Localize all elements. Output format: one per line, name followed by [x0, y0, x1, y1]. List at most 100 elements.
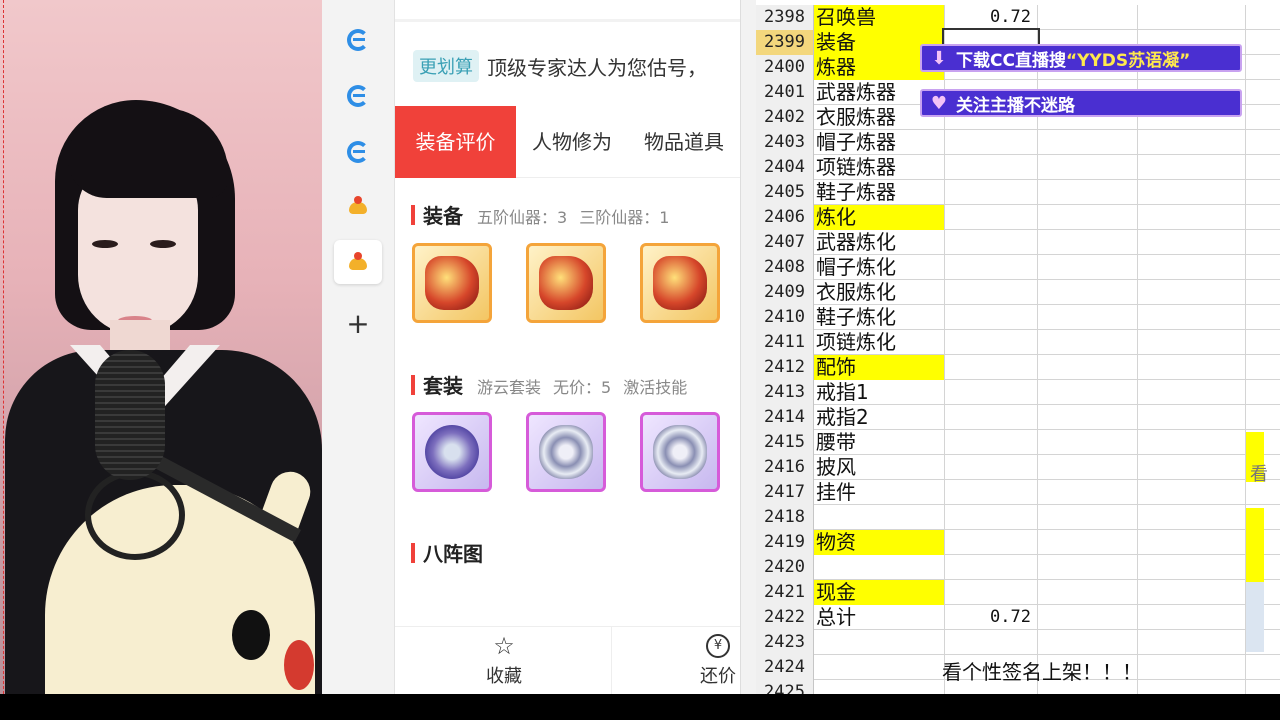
- cell-empty[interactable]: [1038, 305, 1138, 330]
- cell-empty[interactable]: [1138, 430, 1246, 455]
- row-number[interactable]: 2403: [756, 130, 814, 155]
- row-number[interactable]: 2398: [756, 5, 814, 30]
- cell-empty[interactable]: [1038, 530, 1138, 555]
- cell-empty[interactable]: [1138, 455, 1246, 480]
- row-number[interactable]: 2423: [756, 630, 814, 655]
- tab-items[interactable]: 物品道具: [628, 106, 740, 178]
- cell-empty[interactable]: [1038, 180, 1138, 205]
- cell-empty[interactable]: [1038, 405, 1138, 430]
- cell-label[interactable]: 披风: [814, 455, 944, 480]
- row-number[interactable]: 2408: [756, 255, 814, 280]
- row-number[interactable]: 2420: [756, 555, 814, 580]
- cell-empty[interactable]: [1038, 330, 1138, 355]
- row-number[interactable]: 2417: [756, 480, 814, 505]
- equipment-item[interactable]: [526, 243, 606, 323]
- cell-label[interactable]: 鞋子炼器: [814, 180, 944, 205]
- cell-empty[interactable]: [1138, 405, 1246, 430]
- cell-label[interactable]: 总计: [814, 605, 944, 630]
- cell-label[interactable]: 武器炼化: [814, 230, 944, 255]
- cell-label[interactable]: [814, 505, 944, 530]
- cell-empty[interactable]: [1038, 155, 1138, 180]
- tab-equipment-review[interactable]: 装备评价: [395, 106, 516, 178]
- cell-empty[interactable]: [1038, 555, 1138, 580]
- cell-empty[interactable]: [1138, 230, 1246, 255]
- cell-empty[interactable]: [1138, 580, 1246, 605]
- cell-label[interactable]: 项链炼化: [814, 330, 944, 355]
- row-number[interactable]: 2406: [756, 205, 814, 230]
- cell-empty[interactable]: [1038, 255, 1138, 280]
- favorite-button[interactable]: ☆ 收藏: [439, 627, 569, 694]
- cell-empty[interactable]: [1138, 530, 1246, 555]
- cell-empty[interactable]: [1138, 505, 1246, 530]
- cell-label[interactable]: 鞋子炼化: [814, 305, 944, 330]
- row-number[interactable]: 2400: [756, 55, 814, 80]
- row-number[interactable]: 2415: [756, 430, 814, 455]
- cell-empty[interactable]: [1038, 480, 1138, 505]
- cell-empty[interactable]: [1038, 430, 1138, 455]
- cell-value[interactable]: [944, 530, 1038, 555]
- cell-empty[interactable]: [1138, 630, 1246, 655]
- sidebar-browser-3[interactable]: [334, 130, 382, 174]
- cell-value[interactable]: [944, 230, 1038, 255]
- cell-empty[interactable]: [1038, 630, 1138, 655]
- cell-empty[interactable]: [1138, 355, 1246, 380]
- cell-value[interactable]: [944, 155, 1038, 180]
- cell-empty[interactable]: [1038, 355, 1138, 380]
- bargain-button[interactable]: ¥ 还价: [653, 627, 740, 694]
- cell-empty[interactable]: [1138, 5, 1246, 30]
- cell-value[interactable]: [944, 380, 1038, 405]
- cell-value[interactable]: [944, 355, 1038, 380]
- cell-label[interactable]: 配饰: [814, 355, 944, 380]
- tab-character-cultivation[interactable]: 人物修为: [516, 106, 628, 178]
- cell-value[interactable]: [944, 205, 1038, 230]
- row-number[interactable]: 2411: [756, 330, 814, 355]
- cell-label[interactable]: 挂件: [814, 480, 944, 505]
- cell-value[interactable]: [944, 305, 1038, 330]
- cell-value[interactable]: 0.72: [944, 605, 1038, 630]
- cell-value[interactable]: [944, 405, 1038, 430]
- cell-label[interactable]: 衣服炼化: [814, 280, 944, 305]
- cell-empty[interactable]: [1138, 305, 1246, 330]
- cell-empty[interactable]: [1138, 480, 1246, 505]
- sidebar-game-2[interactable]: [334, 240, 382, 284]
- row-number[interactable]: 2419: [756, 530, 814, 555]
- cell-empty[interactable]: [1138, 180, 1246, 205]
- cell-label[interactable]: 炼化: [814, 205, 944, 230]
- row-number[interactable]: 2399: [756, 30, 814, 55]
- cell-empty[interactable]: [1138, 380, 1246, 405]
- cell-label[interactable]: [814, 555, 944, 580]
- cell-label[interactable]: [814, 680, 944, 694]
- promo-banner[interactable]: 更划算 顶级专家达人为您估号，: [413, 48, 707, 84]
- cell-value[interactable]: [944, 255, 1038, 280]
- cell-label[interactable]: 项链炼器: [814, 155, 944, 180]
- row-number[interactable]: 2416: [756, 455, 814, 480]
- cell-label[interactable]: 帽子炼器: [814, 130, 944, 155]
- cell-empty[interactable]: [1038, 605, 1138, 630]
- cell-empty[interactable]: [1038, 205, 1138, 230]
- cell-label[interactable]: 腰带: [814, 430, 944, 455]
- cell-empty[interactable]: [1138, 680, 1246, 694]
- row-number[interactable]: 2412: [756, 355, 814, 380]
- sidebar-add-button[interactable]: +: [334, 302, 382, 346]
- row-number[interactable]: 2418: [756, 505, 814, 530]
- cell-empty[interactable]: [1038, 380, 1138, 405]
- equipment-item[interactable]: [640, 243, 720, 323]
- cell-value[interactable]: [944, 505, 1038, 530]
- cell-empty[interactable]: [1138, 605, 1246, 630]
- cell-value[interactable]: [944, 555, 1038, 580]
- row-number[interactable]: 2425: [756, 680, 814, 694]
- row-number[interactable]: 2404: [756, 155, 814, 180]
- cell-value[interactable]: [944, 330, 1038, 355]
- equipment-item[interactable]: [412, 243, 492, 323]
- cell-empty[interactable]: [1138, 130, 1246, 155]
- suit-item[interactable]: [526, 412, 606, 492]
- cell-value[interactable]: [944, 580, 1038, 605]
- cell-label[interactable]: [814, 655, 944, 680]
- cell-empty[interactable]: [1038, 230, 1138, 255]
- cell-empty[interactable]: [1138, 255, 1246, 280]
- cell-value[interactable]: 0.72: [944, 5, 1038, 30]
- cell-empty[interactable]: [1138, 655, 1246, 680]
- row-number[interactable]: 2401: [756, 80, 814, 105]
- sidebar-game-1[interactable]: [334, 184, 382, 228]
- cell-label[interactable]: 物资: [814, 530, 944, 555]
